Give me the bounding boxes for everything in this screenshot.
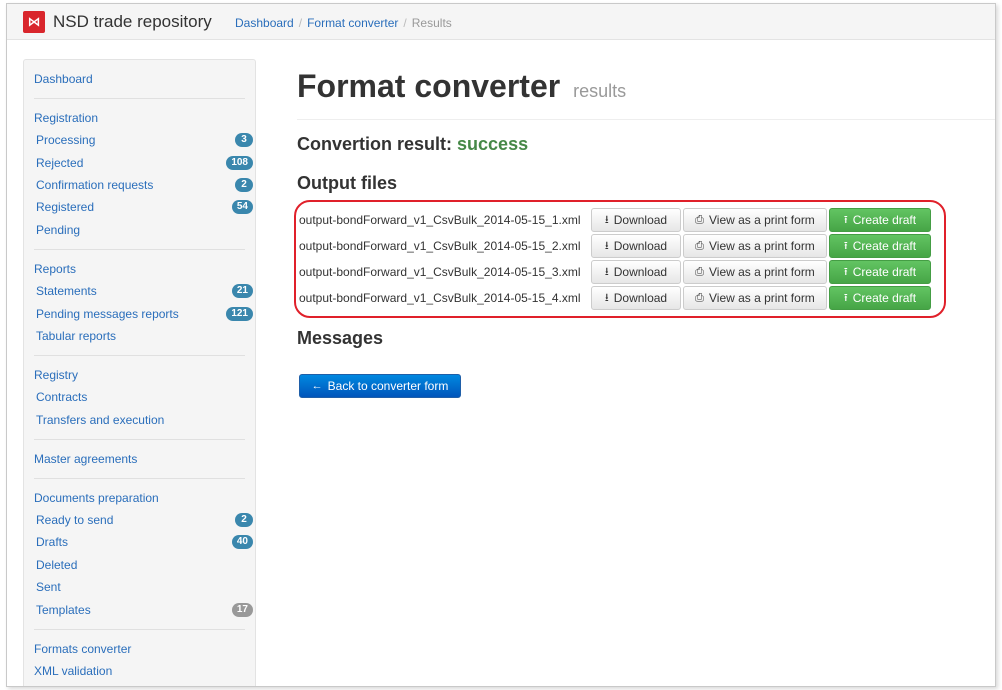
divider	[34, 438, 245, 440]
sidebar-item-confirmation-requests[interactable]: Confirmation requests 2	[24, 174, 255, 196]
sidebar-item-drafts[interactable]: Drafts 40	[24, 531, 255, 553]
breadcrumb: Dashboard / Format converter / Results	[235, 16, 452, 30]
print-form-button[interactable]: ⎙ View as a print form	[683, 286, 827, 310]
main-content: Format converter results Convertion resu…	[294, 40, 995, 349]
print-form-button[interactable]: ⎙ View as a print form	[683, 234, 827, 258]
file-row: output-bondForward_v1_CsvBulk_2014-05-15…	[299, 285, 947, 311]
sidebar-item-rejected[interactable]: Rejected 108	[24, 151, 255, 173]
file-name: output-bondForward_v1_CsvBulk_2014-05-15…	[299, 265, 581, 279]
count-badge: 40	[231, 535, 253, 550]
arrow-left-icon: ←	[311, 380, 323, 392]
sidebar-item-tabular-reports[interactable]: Tabular reports	[24, 325, 255, 347]
download-button[interactable]: ⭳ Download	[591, 286, 681, 310]
upload-icon: ⭱	[843, 265, 848, 278]
sidebar-item-dashboard[interactable]: Dashboard	[34, 68, 245, 90]
sidebar-item-pending[interactable]: Pending	[24, 219, 255, 241]
sidebar-item-formats-converter[interactable]: Formats converter	[34, 638, 245, 660]
print-icon: ⎙	[695, 291, 704, 304]
file-name: output-bondForward_v1_CsvBulk_2014-05-15…	[299, 213, 581, 227]
messages-heading: Messages	[297, 328, 384, 348]
back-to-converter-button[interactable]: ← Back to converter form	[299, 374, 461, 398]
sidebar-item-pending-messages-reports[interactable]: Pending messages reports 121	[24, 302, 255, 324]
divider	[34, 98, 245, 99]
page-subtitle: results	[573, 81, 627, 101]
count-badge: 3	[235, 133, 253, 148]
file-row: output-bondForward_v1_CsvBulk_2014-05-15…	[299, 233, 947, 259]
sidebar-item-deleted[interactable]: Deleted	[24, 554, 255, 576]
page-title: Format converter results	[297, 68, 627, 104]
brand-title[interactable]: NSD trade repository	[53, 12, 212, 32]
sidebar-head-reports[interactable]: Reports	[34, 258, 245, 280]
count-badge: 54	[231, 200, 253, 215]
download-button[interactable]: ⭳ Download	[591, 208, 681, 232]
create-draft-button[interactable]: ⭱ Create draft	[829, 208, 931, 232]
nsd-logo-icon: ⋈	[23, 11, 45, 33]
breadcrumb-format-converter[interactable]: Format converter	[307, 16, 398, 30]
divider	[34, 248, 245, 250]
sidebar-item-processing[interactable]: Processing 3	[24, 129, 255, 151]
sidebar-item-statements[interactable]: Statements 21	[24, 280, 255, 302]
sidebar-item-ready-to-send[interactable]: Ready to send 2	[24, 509, 255, 531]
print-icon: ⎙	[695, 239, 704, 252]
download-icon: ⭳	[604, 291, 609, 304]
file-name: output-bondForward_v1_CsvBulk_2014-05-15…	[299, 239, 581, 253]
count-badge: 17	[231, 602, 253, 617]
upload-icon: ⭱	[843, 291, 848, 304]
sidebar-item-templates[interactable]: Templates 17	[24, 598, 255, 620]
app-window: ⋈ NSD trade repository Dashboard / Format …	[6, 3, 996, 687]
sidebar-item-master-agreements[interactable]: Master agreements	[34, 448, 245, 470]
sidebar-head-documents-preparation[interactable]: Documents preparation	[34, 487, 245, 509]
divider	[34, 628, 245, 630]
sidebar: Dashboard Registration Processing 3 Rejec…	[23, 59, 256, 686]
sidebar-item-contracts[interactable]: Contracts	[24, 386, 255, 408]
sidebar-item-transfers-and-execution[interactable]: Transfers and execution	[24, 409, 255, 431]
result-status: success	[457, 134, 529, 154]
create-draft-button[interactable]: ⭱ Create draft	[829, 234, 931, 258]
upload-icon: ⭱	[843, 239, 848, 252]
print-icon: ⎙	[695, 213, 704, 226]
count-badge: 2	[235, 177, 253, 192]
breadcrumb-results: Results	[411, 16, 452, 30]
conversion-result: Convertion result: success	[297, 134, 529, 154]
create-draft-button[interactable]: ⭱ Create draft	[829, 260, 931, 284]
print-form-button[interactable]: ⎙ View as a print form	[683, 208, 827, 232]
divider	[297, 119, 995, 120]
sidebar-item-xml-validation[interactable]: XML validation	[34, 660, 245, 682]
top-navbar: ⋈ NSD trade repository Dashboard / Format …	[7, 4, 995, 40]
file-name: output-bondForward_v1_CsvBulk_2014-05-15…	[299, 291, 581, 305]
file-row: output-bondForward_v1_CsvBulk_2014-05-15…	[299, 259, 947, 285]
sidebar-head-registration[interactable]: Registration	[34, 107, 245, 129]
count-badge: 121	[226, 306, 253, 321]
download-button[interactable]: ⭳ Download	[591, 260, 681, 284]
sidebar-item-sent[interactable]: Sent	[24, 576, 255, 598]
output-files-list: output-bondForward_v1_CsvBulk_2014-05-15…	[294, 200, 947, 318]
download-icon: ⭳	[604, 213, 609, 226]
count-badge: 2	[235, 513, 253, 528]
divider	[34, 477, 245, 479]
sidebar-head-registry[interactable]: Registry	[34, 364, 245, 386]
file-row: output-bondForward_v1_CsvBulk_2014-05-15…	[299, 207, 947, 233]
create-draft-button[interactable]: ⭱ Create draft	[829, 286, 931, 310]
upload-icon: ⭱	[843, 213, 848, 226]
download-button[interactable]: ⭳ Download	[591, 234, 681, 258]
print-form-button[interactable]: ⎙ View as a print form	[683, 260, 827, 284]
count-badge: 108	[226, 155, 253, 170]
print-icon: ⎙	[695, 265, 704, 278]
sidebar-item-registered[interactable]: Registered 54	[24, 196, 255, 218]
divider	[34, 355, 245, 357]
download-icon: ⭳	[604, 265, 609, 278]
breadcrumb-dashboard[interactable]: Dashboard	[235, 16, 294, 30]
output-files-heading: Output files	[297, 173, 397, 193]
count-badge: 21	[231, 284, 253, 299]
download-icon: ⭳	[604, 239, 609, 252]
